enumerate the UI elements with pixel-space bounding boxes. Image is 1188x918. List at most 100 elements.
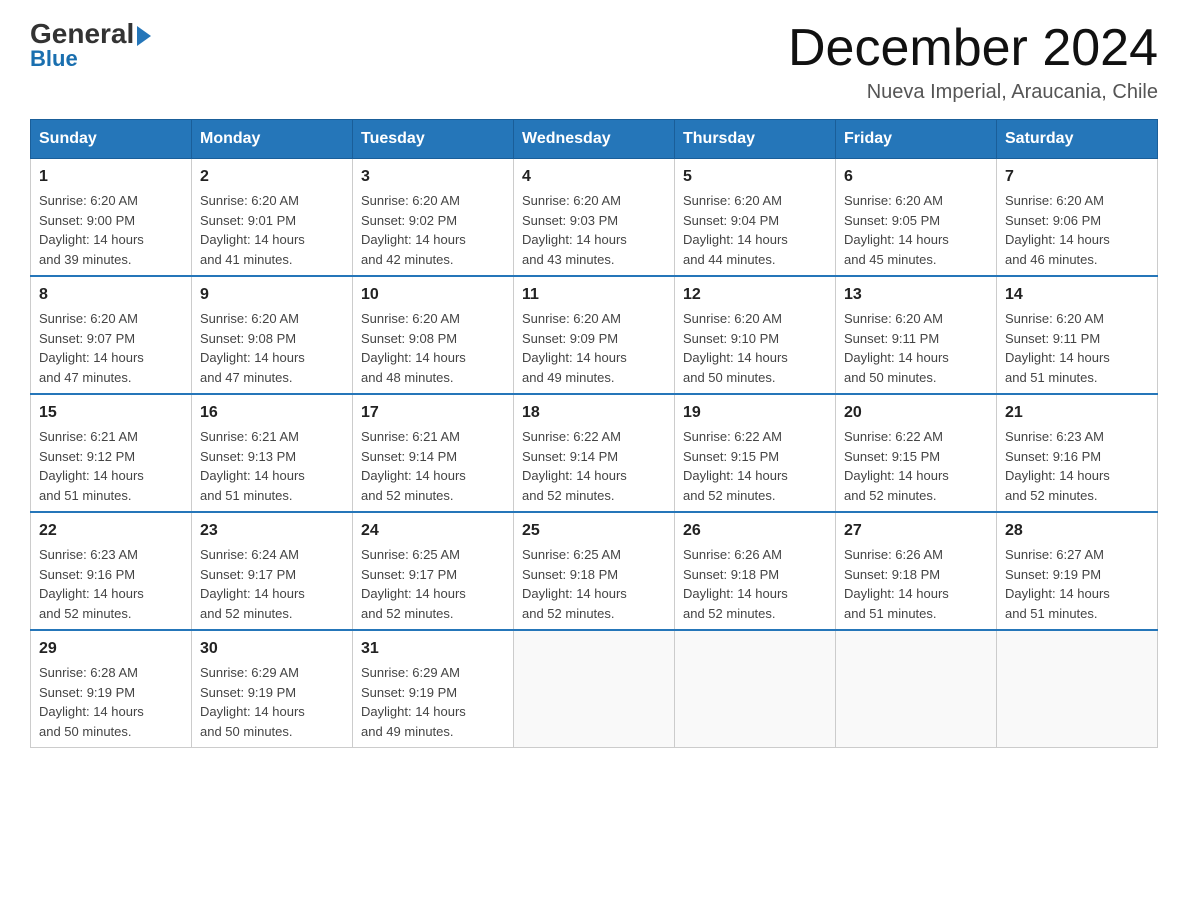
day-number: 25	[522, 519, 666, 543]
day-number: 15	[39, 401, 183, 425]
day-info: Sunrise: 6:25 AMSunset: 9:17 PMDaylight:…	[361, 545, 505, 623]
day-number: 5	[683, 165, 827, 189]
logo-text: General	[30, 20, 151, 48]
calendar-cell: 6Sunrise: 6:20 AMSunset: 9:05 PMDaylight…	[836, 159, 997, 277]
day-info: Sunrise: 6:20 AMSunset: 9:08 PMDaylight:…	[361, 309, 505, 387]
day-number: 6	[844, 165, 988, 189]
calendar-cell	[514, 630, 675, 748]
day-number: 30	[200, 637, 344, 661]
calendar-cell: 4Sunrise: 6:20 AMSunset: 9:03 PMDaylight…	[514, 159, 675, 277]
calendar-row-1: 1Sunrise: 6:20 AMSunset: 9:00 PMDaylight…	[31, 159, 1158, 277]
logo-blue: Blue	[30, 46, 78, 72]
day-number: 29	[39, 637, 183, 661]
calendar-cell: 8Sunrise: 6:20 AMSunset: 9:07 PMDaylight…	[31, 276, 192, 394]
day-number: 16	[200, 401, 344, 425]
calendar-cell: 26Sunrise: 6:26 AMSunset: 9:18 PMDayligh…	[675, 512, 836, 630]
calendar-cell: 7Sunrise: 6:20 AMSunset: 9:06 PMDaylight…	[997, 159, 1158, 277]
calendar-cell: 2Sunrise: 6:20 AMSunset: 9:01 PMDaylight…	[192, 159, 353, 277]
day-number: 22	[39, 519, 183, 543]
logo: General Blue	[30, 20, 151, 72]
page-header: General Blue December 2024 Nueva Imperia…	[30, 20, 1158, 104]
day-info: Sunrise: 6:20 AMSunset: 9:08 PMDaylight:…	[200, 309, 344, 387]
day-info: Sunrise: 6:20 AMSunset: 9:06 PMDaylight:…	[1005, 191, 1149, 269]
calendar-cell: 30Sunrise: 6:29 AMSunset: 9:19 PMDayligh…	[192, 630, 353, 748]
day-number: 3	[361, 165, 505, 189]
day-info: Sunrise: 6:21 AMSunset: 9:14 PMDaylight:…	[361, 427, 505, 505]
header-friday: Friday	[836, 120, 997, 159]
day-number: 31	[361, 637, 505, 661]
calendar-cell: 21Sunrise: 6:23 AMSunset: 9:16 PMDayligh…	[997, 394, 1158, 512]
day-info: Sunrise: 6:26 AMSunset: 9:18 PMDaylight:…	[844, 545, 988, 623]
calendar-cell: 20Sunrise: 6:22 AMSunset: 9:15 PMDayligh…	[836, 394, 997, 512]
calendar-row-2: 8Sunrise: 6:20 AMSunset: 9:07 PMDaylight…	[31, 276, 1158, 394]
day-info: Sunrise: 6:22 AMSunset: 9:15 PMDaylight:…	[683, 427, 827, 505]
calendar-cell: 9Sunrise: 6:20 AMSunset: 9:08 PMDaylight…	[192, 276, 353, 394]
day-info: Sunrise: 6:25 AMSunset: 9:18 PMDaylight:…	[522, 545, 666, 623]
day-info: Sunrise: 6:21 AMSunset: 9:13 PMDaylight:…	[200, 427, 344, 505]
day-number: 8	[39, 283, 183, 307]
header-monday: Monday	[192, 120, 353, 159]
day-number: 9	[200, 283, 344, 307]
calendar-cell: 19Sunrise: 6:22 AMSunset: 9:15 PMDayligh…	[675, 394, 836, 512]
day-info: Sunrise: 6:20 AMSunset: 9:04 PMDaylight:…	[683, 191, 827, 269]
day-number: 4	[522, 165, 666, 189]
day-info: Sunrise: 6:28 AMSunset: 9:19 PMDaylight:…	[39, 663, 183, 741]
calendar-cell: 15Sunrise: 6:21 AMSunset: 9:12 PMDayligh…	[31, 394, 192, 512]
calendar-cell: 17Sunrise: 6:21 AMSunset: 9:14 PMDayligh…	[353, 394, 514, 512]
calendar-cell	[997, 630, 1158, 748]
header-saturday: Saturday	[997, 120, 1158, 159]
day-number: 18	[522, 401, 666, 425]
calendar-cell: 1Sunrise: 6:20 AMSunset: 9:00 PMDaylight…	[31, 159, 192, 277]
day-number: 14	[1005, 283, 1149, 307]
day-info: Sunrise: 6:20 AMSunset: 9:07 PMDaylight:…	[39, 309, 183, 387]
calendar-row-5: 29Sunrise: 6:28 AMSunset: 9:19 PMDayligh…	[31, 630, 1158, 748]
calendar-cell: 29Sunrise: 6:28 AMSunset: 9:19 PMDayligh…	[31, 630, 192, 748]
day-number: 12	[683, 283, 827, 307]
day-number: 27	[844, 519, 988, 543]
day-number: 23	[200, 519, 344, 543]
calendar-cell: 27Sunrise: 6:26 AMSunset: 9:18 PMDayligh…	[836, 512, 997, 630]
day-info: Sunrise: 6:27 AMSunset: 9:19 PMDaylight:…	[1005, 545, 1149, 623]
calendar-cell: 3Sunrise: 6:20 AMSunset: 9:02 PMDaylight…	[353, 159, 514, 277]
day-number: 7	[1005, 165, 1149, 189]
header-sunday: Sunday	[31, 120, 192, 159]
calendar-cell: 14Sunrise: 6:20 AMSunset: 9:11 PMDayligh…	[997, 276, 1158, 394]
calendar-cell	[836, 630, 997, 748]
calendar-cell: 5Sunrise: 6:20 AMSunset: 9:04 PMDaylight…	[675, 159, 836, 277]
calendar-cell: 10Sunrise: 6:20 AMSunset: 9:08 PMDayligh…	[353, 276, 514, 394]
calendar-cell: 18Sunrise: 6:22 AMSunset: 9:14 PMDayligh…	[514, 394, 675, 512]
day-number: 21	[1005, 401, 1149, 425]
title-section: December 2024 Nueva Imperial, Araucania,…	[788, 20, 1158, 104]
days-header-row: Sunday Monday Tuesday Wednesday Thursday…	[31, 120, 1158, 159]
day-number: 26	[683, 519, 827, 543]
day-number: 1	[39, 165, 183, 189]
calendar-row-3: 15Sunrise: 6:21 AMSunset: 9:12 PMDayligh…	[31, 394, 1158, 512]
calendar-cell: 28Sunrise: 6:27 AMSunset: 9:19 PMDayligh…	[997, 512, 1158, 630]
day-info: Sunrise: 6:20 AMSunset: 9:00 PMDaylight:…	[39, 191, 183, 269]
day-info: Sunrise: 6:29 AMSunset: 9:19 PMDaylight:…	[361, 663, 505, 741]
calendar-cell: 23Sunrise: 6:24 AMSunset: 9:17 PMDayligh…	[192, 512, 353, 630]
day-number: 28	[1005, 519, 1149, 543]
header-wednesday: Wednesday	[514, 120, 675, 159]
calendar-cell: 13Sunrise: 6:20 AMSunset: 9:11 PMDayligh…	[836, 276, 997, 394]
day-number: 24	[361, 519, 505, 543]
day-info: Sunrise: 6:29 AMSunset: 9:19 PMDaylight:…	[200, 663, 344, 741]
day-info: Sunrise: 6:23 AMSunset: 9:16 PMDaylight:…	[1005, 427, 1149, 505]
day-info: Sunrise: 6:20 AMSunset: 9:10 PMDaylight:…	[683, 309, 827, 387]
day-info: Sunrise: 6:20 AMSunset: 9:03 PMDaylight:…	[522, 191, 666, 269]
day-number: 11	[522, 283, 666, 307]
day-number: 10	[361, 283, 505, 307]
day-info: Sunrise: 6:21 AMSunset: 9:12 PMDaylight:…	[39, 427, 183, 505]
header-tuesday: Tuesday	[353, 120, 514, 159]
day-info: Sunrise: 6:22 AMSunset: 9:14 PMDaylight:…	[522, 427, 666, 505]
day-info: Sunrise: 6:20 AMSunset: 9:02 PMDaylight:…	[361, 191, 505, 269]
calendar-cell: 25Sunrise: 6:25 AMSunset: 9:18 PMDayligh…	[514, 512, 675, 630]
day-number: 19	[683, 401, 827, 425]
day-info: Sunrise: 6:20 AMSunset: 9:11 PMDaylight:…	[844, 309, 988, 387]
day-info: Sunrise: 6:20 AMSunset: 9:09 PMDaylight:…	[522, 309, 666, 387]
day-info: Sunrise: 6:20 AMSunset: 9:11 PMDaylight:…	[1005, 309, 1149, 387]
day-number: 13	[844, 283, 988, 307]
day-info: Sunrise: 6:26 AMSunset: 9:18 PMDaylight:…	[683, 545, 827, 623]
calendar-cell: 31Sunrise: 6:29 AMSunset: 9:19 PMDayligh…	[353, 630, 514, 748]
day-info: Sunrise: 6:23 AMSunset: 9:16 PMDaylight:…	[39, 545, 183, 623]
